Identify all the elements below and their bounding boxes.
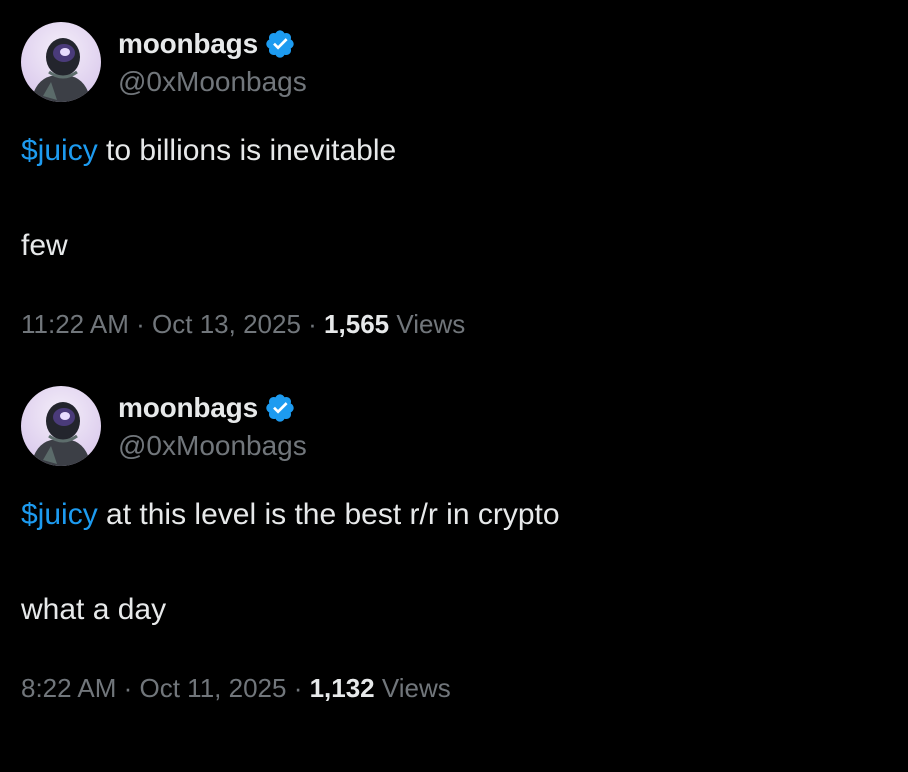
tweet-timestamp[interactable]: 11:22 AM · Oct 13, 2025	[21, 309, 301, 339]
tweet-text-line: $juicy at this level is the best r/r in …	[21, 498, 560, 532]
astronaut-avatar-icon	[21, 386, 101, 466]
display-name-row: moonbags	[118, 24, 307, 64]
tweet-text: what a day	[21, 593, 167, 626]
cashtag-link[interactable]: $juicy	[21, 498, 98, 531]
tweet-header: moonbags @0xMoonbags	[21, 386, 307, 466]
display-name[interactable]: moonbags	[118, 28, 258, 60]
meta-separator: ·	[300, 309, 325, 339]
display-name[interactable]: moonbags	[118, 392, 258, 424]
tweet-text-line: $juicy to billions is inevitable	[21, 134, 396, 168]
views-count: 1,565	[324, 309, 390, 339]
tweet-date[interactable]: Oct 13, 2025	[152, 309, 301, 339]
meta-separator: ·	[128, 309, 153, 339]
tweet-text-line: what a day	[21, 593, 166, 627]
avatar[interactable]	[21, 22, 101, 102]
tweet-text: at this level is the best r/r in crypto	[97, 498, 560, 531]
tweet-header: moonbags @0xMoonbags	[21, 22, 307, 102]
handle[interactable]: @0xMoonbags	[118, 428, 307, 464]
tweet-meta: 11:22 AM · Oct 13, 2025 · 1,565 Views	[21, 309, 465, 340]
astronaut-avatar-icon	[21, 22, 101, 102]
verified-badge-icon[interactable]	[264, 28, 296, 60]
views-label: Views	[389, 309, 466, 339]
tweet-timestamp[interactable]: 8:22 AM · Oct 11, 2025	[21, 673, 286, 703]
author-names: moonbags @0xMoonbags	[118, 388, 307, 464]
display-name-row: moonbags	[118, 388, 307, 428]
handle[interactable]: @0xMoonbags	[118, 64, 307, 100]
tweet-time[interactable]: 11:22 AM	[21, 309, 129, 339]
tweet-date[interactable]: Oct 11, 2025	[140, 673, 287, 703]
tweet-text: few	[21, 229, 68, 262]
avatar[interactable]	[21, 386, 101, 466]
author-names: moonbags @0xMoonbags	[118, 24, 307, 100]
meta-separator: ·	[286, 673, 310, 703]
views-label: Views	[374, 673, 451, 703]
views-count: 1,132	[309, 673, 375, 703]
verified-badge-icon[interactable]	[264, 392, 296, 424]
cashtag-link[interactable]: $juicy	[21, 134, 98, 167]
tweet-text-line: few	[21, 229, 68, 263]
tweet-text: to billions is inevitable	[97, 134, 397, 167]
meta-separator: ·	[116, 673, 140, 703]
tweet-time[interactable]: 8:22 AM	[21, 673, 116, 703]
tweet-meta: 8:22 AM · Oct 11, 2025 · 1,132 Views	[21, 673, 451, 704]
